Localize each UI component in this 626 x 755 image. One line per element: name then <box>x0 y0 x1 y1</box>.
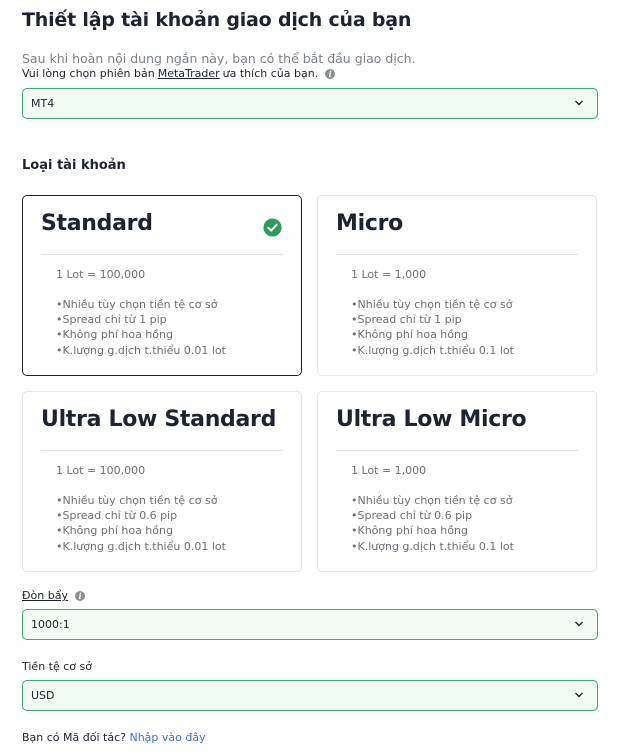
feature-item: Không phí hoa hồng <box>56 523 226 538</box>
check-circle-icon <box>263 218 282 237</box>
platform-select[interactable]: MT4 <box>22 88 598 119</box>
card-divider <box>41 450 283 451</box>
account-type-title: Loại tài khoản <box>22 158 126 173</box>
platform-hint: Vui lòng chọn phiên bản MetaTrader ưa th… <box>22 67 336 80</box>
feature-item: Spread chỉ từ 1 pip <box>56 312 226 327</box>
chevron-down-icon <box>575 621 583 627</box>
feature-item: K.lượng g.dịch t.thiểu 0.01 lot <box>56 539 226 554</box>
account-card-lot: 1 Lot = 100,000 <box>56 268 146 281</box>
card-divider <box>336 450 578 451</box>
platform-hint-suffix: ưa thích của bạn. <box>222 67 319 80</box>
account-card-features: Nhiều tùy chọn tiền tệ cơ sở Spread chỉ … <box>56 297 226 358</box>
feature-item: Spread chỉ từ 1 pip <box>351 312 514 327</box>
feature-item: Nhiều tùy chọn tiền tệ cơ sở <box>56 493 226 508</box>
account-card-name: Standard <box>41 211 153 236</box>
feature-item: Nhiều tùy chọn tiền tệ cơ sở <box>351 297 514 312</box>
base-currency-select-value: USD <box>31 689 55 702</box>
page-subtitle: Sau khi hoàn nội dung ngắn này, bạn có t… <box>22 51 416 66</box>
account-card-features: Nhiều tùy chọn tiền tệ cơ sở Spread chỉ … <box>351 297 514 358</box>
chevron-down-icon <box>575 100 583 106</box>
account-card-lot: 1 Lot = 100,000 <box>56 464 146 477</box>
account-card-name: Ultra Low Standard <box>41 407 277 432</box>
feature-item: Nhiều tùy chọn tiền tệ cơ sở <box>351 493 514 508</box>
base-currency-label-text: Tiền tệ cơ sở <box>22 660 92 673</box>
feature-item: Không phí hoa hồng <box>56 327 226 342</box>
leverage-select[interactable]: 1000:1 <box>22 609 598 640</box>
account-card-ultra-low-micro[interactable]: Ultra Low Micro 1 Lot = 1,000 Nhiều tùy … <box>317 391 597 572</box>
feature-item: K.lượng g.dịch t.thiểu 0.1 lot <box>351 343 514 358</box>
leverage-label: Đòn bẩy i <box>22 589 85 602</box>
metatrader-link[interactable]: MetaTrader <box>158 67 220 80</box>
base-currency-select[interactable]: USD <box>22 680 598 711</box>
card-divider <box>41 254 283 255</box>
leverage-select-value: 1000:1 <box>31 618 70 631</box>
partner-code-link[interactable]: Nhập vào đây <box>129 731 205 744</box>
info-icon[interactable]: i <box>74 590 85 601</box>
account-card-micro[interactable]: Micro 1 Lot = 1,000 Nhiều tùy chọn tiền … <box>317 195 597 376</box>
feature-item: K.lượng g.dịch t.thiểu 0.1 lot <box>351 539 514 554</box>
chevron-down-icon <box>575 692 583 698</box>
feature-item: Spread chỉ từ 0.6 pip <box>56 508 226 523</box>
partner-code-question: Bạn có Mã đối tác? <box>22 731 126 744</box>
partner-code-row: Bạn có Mã đối tác? Nhập vào đây <box>22 731 206 744</box>
feature-item: Không phí hoa hồng <box>351 523 514 538</box>
base-currency-label: Tiền tệ cơ sở <box>22 660 92 673</box>
feature-item: K.lượng g.dịch t.thiểu 0.01 lot <box>56 343 226 358</box>
account-card-name: Micro <box>336 211 403 236</box>
account-card-features: Nhiều tùy chọn tiền tệ cơ sở Spread chỉ … <box>56 493 226 554</box>
card-divider <box>336 254 578 255</box>
account-card-features: Nhiều tùy chọn tiền tệ cơ sở Spread chỉ … <box>351 493 514 554</box>
feature-item: Spread chỉ từ 0.6 pip <box>351 508 514 523</box>
account-card-name: Ultra Low Micro <box>336 407 527 432</box>
account-card-lot: 1 Lot = 1,000 <box>351 268 427 281</box>
account-card-standard[interactable]: Standard 1 Lot = 100,000 Nhiều tùy chọn … <box>22 195 302 376</box>
platform-hint-prefix: Vui lòng chọn phiên bản <box>22 67 155 80</box>
leverage-label-text: Đòn bẩy <box>22 589 68 602</box>
feature-item: Nhiều tùy chọn tiền tệ cơ sở <box>56 297 226 312</box>
account-card-ultra-low-standard[interactable]: Ultra Low Standard 1 Lot = 100,000 Nhiều… <box>22 391 302 572</box>
info-icon[interactable]: i <box>325 68 336 79</box>
platform-select-value: MT4 <box>31 97 55 110</box>
account-card-lot: 1 Lot = 1,000 <box>351 464 427 477</box>
page-title: Thiết lập tài khoản giao dịch của bạn <box>22 9 412 31</box>
feature-item: Không phí hoa hồng <box>351 327 514 342</box>
